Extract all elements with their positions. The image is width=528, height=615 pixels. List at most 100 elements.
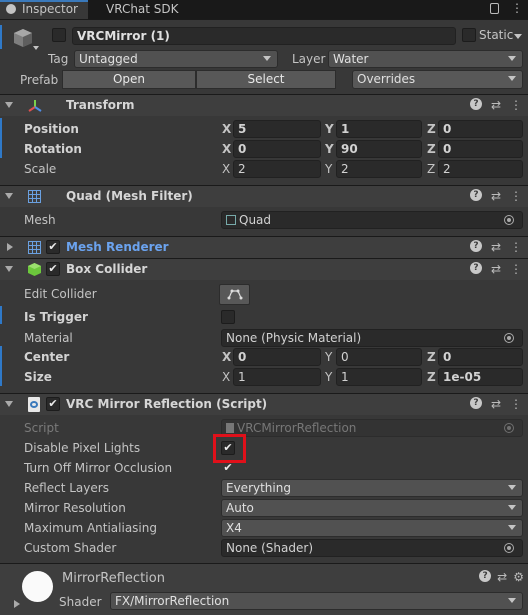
mesh-filter-header[interactable]: Quad (Mesh Filter) ? ⇄ ⋮ — [0, 185, 528, 207]
mesh-renderer-header[interactable]: ✔ Mesh Renderer ? ⇄ ⋮ — [0, 236, 528, 258]
center-label: Center — [24, 350, 70, 364]
mesh-renderer-title[interactable]: Mesh Renderer — [66, 240, 169, 254]
box-collider-title: Box Collider — [66, 262, 148, 276]
foldout-arrow-icon[interactable] — [5, 193, 13, 199]
position-z-field[interactable]: 0 — [438, 120, 523, 138]
presets-icon[interactable]: ⇄ — [491, 98, 501, 112]
prefab-select-button[interactable]: Select — [196, 70, 336, 89]
size-x-label[interactable]: X — [222, 370, 230, 384]
max-antialiasing-dropdown[interactable]: X4 — [221, 519, 523, 537]
scale-x-field[interactable]: 2 — [233, 160, 321, 178]
object-picker-icon[interactable] — [504, 333, 514, 343]
gameobject-name-field[interactable]: VRCMirror (1) — [72, 27, 456, 45]
help-icon[interactable]: ? — [469, 240, 482, 252]
prefab-overrides-dropdown[interactable]: Overrides — [352, 70, 523, 89]
center-z-field[interactable]: 0 — [438, 348, 523, 366]
shader-dropdown[interactable]: FX/MirrorReflection — [110, 592, 523, 610]
lock-icon[interactable] — [490, 3, 499, 14]
reflect-layers-dropdown[interactable]: Everything — [221, 479, 523, 497]
mirror-enabled-checkbox[interactable]: ✔ — [46, 397, 60, 411]
foldout-arrow-icon[interactable] — [5, 401, 13, 407]
is-trigger-checkbox[interactable] — [221, 310, 235, 324]
position-y-label[interactable]: Y — [325, 122, 334, 136]
icon-dropdown-arrow[interactable] — [33, 46, 39, 50]
box-collider-header[interactable]: ✔ Box Collider ? ⇄ ⋮ — [0, 258, 528, 280]
center-x-label[interactable]: X — [222, 350, 231, 364]
static-checkbox[interactable] — [462, 28, 476, 42]
rotation-y-label[interactable]: Y — [325, 142, 334, 156]
mirror-resolution-dropdown[interactable]: Auto — [221, 499, 523, 517]
kebab-menu-icon[interactable]: ⋮ — [510, 189, 522, 203]
layer-dropdown[interactable]: Water — [328, 50, 523, 68]
presets-icon[interactable]: ⇄ — [491, 262, 501, 276]
edit-collider-button[interactable] — [219, 284, 250, 305]
rotation-z-field[interactable]: 0 — [438, 140, 523, 158]
position-x-label[interactable]: X — [222, 122, 231, 136]
presets-icon[interactable]: ⇄ — [491, 189, 501, 203]
presets-icon[interactable]: ⇄ — [497, 570, 507, 584]
presets-icon[interactable]: ⇄ — [491, 397, 501, 411]
scale-z-label[interactable]: Z — [427, 162, 435, 176]
center-y-field[interactable]: 0 — [336, 348, 422, 366]
center-z-label[interactable]: Z — [427, 350, 436, 364]
transform-header[interactable]: Transform ? ⇄ ⋮ — [0, 94, 528, 116]
gear-icon[interactable]: ⚙ — [513, 570, 524, 584]
size-y-label[interactable]: Y — [325, 370, 332, 384]
foldout-arrow-icon[interactable] — [5, 266, 13, 272]
turn-off-occlusion-label: Turn Off Mirror Occlusion — [24, 461, 173, 475]
help-icon[interactable]: ? — [469, 262, 482, 274]
rotation-y-field[interactable]: 90 — [336, 140, 422, 158]
mirror-reflection-header[interactable]: ✔ VRC Mirror Reflection (Script) ? ⇄ ⋮ — [0, 393, 528, 415]
scale-y-label[interactable]: Y — [325, 162, 332, 176]
scale-z-field[interactable]: 2 — [438, 160, 523, 178]
kebab-menu-icon[interactable]: ⋮ — [510, 98, 522, 112]
scale-x-label[interactable]: X — [222, 162, 230, 176]
object-picker-icon[interactable] — [504, 215, 514, 225]
turn-off-occlusion-checkbox[interactable]: ✔ — [221, 461, 235, 475]
kebab-menu-icon[interactable]: ⋮ — [510, 262, 522, 276]
foldout-arrow-icon[interactable] — [7, 243, 13, 251]
size-y-field[interactable]: 1 — [336, 368, 422, 386]
tag-dropdown[interactable]: Untagged — [74, 50, 278, 68]
foldout-arrow-icon[interactable] — [5, 102, 13, 108]
help-icon[interactable]: ? — [469, 189, 482, 201]
center-x-field[interactable]: 0 — [233, 348, 321, 366]
kebab-menu-icon[interactable]: ⋮ — [510, 397, 522, 411]
kebab-menu-icon[interactable]: ⋮ — [511, 2, 523, 14]
rotation-x-label[interactable]: X — [222, 142, 231, 156]
chevron-down-icon — [508, 76, 516, 81]
size-x-field[interactable]: 1 — [233, 368, 321, 386]
scale-y-field[interactable]: 2 — [336, 160, 422, 178]
rotation-x-field[interactable]: 0 — [233, 140, 321, 158]
position-x-field[interactable]: 5 — [233, 120, 321, 138]
help-icon[interactable]: ? — [469, 98, 482, 110]
gameobject-cube-icon — [12, 27, 34, 49]
size-z-field[interactable]: 1e-05 — [438, 368, 523, 386]
disable-pixel-lights-checkbox[interactable]: ✔ — [221, 441, 235, 455]
position-y-field[interactable]: 1 — [336, 120, 422, 138]
foldout-arrow-icon[interactable] — [14, 600, 20, 608]
tab-vrchat-sdk[interactable]: VRChat SDK — [96, 0, 186, 19]
mesh-renderer-enabled-checkbox[interactable]: ✔ — [46, 240, 60, 254]
static-dropdown-arrow[interactable] — [514, 34, 522, 39]
tab-bar: Inspector VRChat SDK ⋮ — [0, 0, 528, 19]
script-object-field: VRCMirrorReflection — [221, 419, 523, 437]
custom-shader-field[interactable]: None (Shader) — [221, 539, 523, 557]
material-label: Material — [24, 331, 73, 345]
custom-shader-label: Custom Shader — [24, 541, 117, 555]
prefab-open-button[interactable]: Open — [62, 70, 196, 89]
size-z-label[interactable]: Z — [427, 370, 436, 384]
kebab-menu-icon[interactable]: ⋮ — [510, 240, 522, 254]
help-icon[interactable]: ? — [469, 397, 482, 409]
gameobject-active-checkbox[interactable] — [52, 28, 66, 42]
object-picker-icon[interactable] — [504, 543, 514, 553]
presets-icon[interactable]: ⇄ — [491, 240, 501, 254]
mesh-object-field[interactable]: Quad — [221, 211, 523, 229]
center-y-label[interactable]: Y — [325, 350, 332, 364]
physic-material-field[interactable]: None (Physic Material) — [221, 329, 523, 347]
box-collider-enabled-checkbox[interactable]: ✔ — [46, 262, 60, 276]
tab-inspector[interactable]: Inspector — [0, 0, 88, 19]
position-z-label[interactable]: Z — [427, 122, 436, 136]
help-icon[interactable]: ? — [479, 570, 492, 582]
rotation-z-label[interactable]: Z — [427, 142, 436, 156]
